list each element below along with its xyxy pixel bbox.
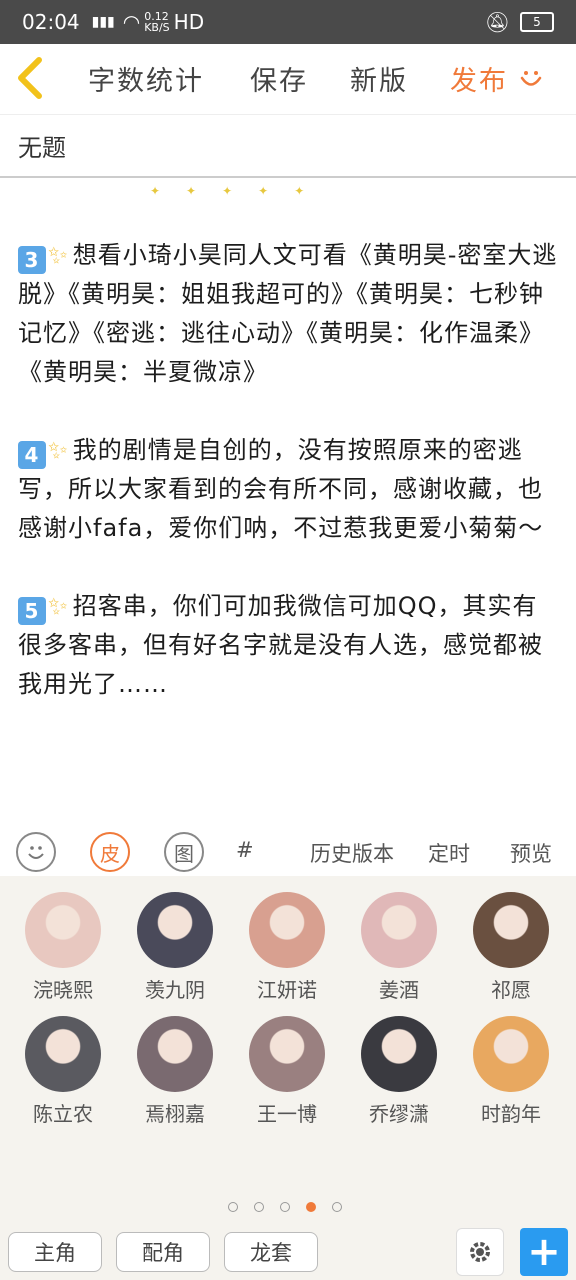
sparkle-icon: ✨︎ <box>48 241 69 269</box>
paragraph-text: 想看小琦小昊同人文可看《黄明昊-密室大逃脱》《黄明昊：姐姐我超可的》《黄明昊：七… <box>18 241 558 386</box>
hashtag-button[interactable]: # <box>236 838 254 862</box>
settings-button[interactable] <box>456 1228 504 1276</box>
character-name: 时韵年 <box>481 1102 541 1126</box>
page-dot-active[interactable] <box>306 1202 316 1212</box>
character-item[interactable]: 羡九阴 <box>120 892 230 1003</box>
avatar <box>137 892 213 968</box>
paragraph-3: 3 ✨︎ 想看小琦小昊同人文可看《黄明昊-密室大逃脱》《黄明昊：姐姐我超可的》《黄明… <box>18 236 558 392</box>
character-name: 陈立农 <box>33 1102 93 1126</box>
image-button[interactable]: 图 <box>164 832 204 872</box>
edit-bar: 皮 图 # 历史版本 定时 预览 <box>0 828 576 876</box>
skin-button[interactable]: 皮 <box>90 832 130 872</box>
avatar <box>137 1016 213 1092</box>
back-button[interactable] <box>0 44 60 112</box>
word-count-button[interactable]: 字数统计 <box>88 59 204 98</box>
publish-button[interactable]: 发布 <box>450 59 508 98</box>
character-name: 姜酒 <box>379 978 419 1002</box>
character-item[interactable]: 时韵年 <box>456 1016 566 1127</box>
save-button[interactable]: 保存 <box>250 59 308 98</box>
status-bar: 02:04 ▮▮▮ ◠ 0.12 KB/S HD 🔕︎ 5 <box>0 0 576 44</box>
avatar <box>25 1016 101 1092</box>
character-item[interactable]: 江妍诺 <box>232 892 342 1003</box>
sparkle-icon: ✨︎ <box>48 436 69 464</box>
page-dot[interactable] <box>228 1202 238 1212</box>
paragraph-text: 招客串，你们可加我微信可加QQ，其实有很多客串，但有好名字就是没有人选，感觉都被… <box>18 592 543 698</box>
schedule-button[interactable]: 定时 <box>428 838 470 868</box>
number-badge: 5 <box>18 597 46 625</box>
avatar <box>361 892 437 968</box>
paragraph-5: 5 ✨︎ 招客串，你们可加我微信可加QQ，其实有很多客串，但有好名字就是没有人选，感… <box>18 587 558 704</box>
title-input[interactable]: 无题 <box>0 114 576 178</box>
character-item[interactable]: 浣晓熙 <box>8 892 118 1003</box>
number-badge: 3 <box>18 246 46 274</box>
signal-icon: ▮▮▮ <box>91 14 115 30</box>
avatar <box>473 892 549 968</box>
wifi-icon: ◠ <box>122 10 141 34</box>
character-name: 王一博 <box>257 1102 317 1126</box>
character-item[interactable]: 王一博 <box>232 1016 342 1127</box>
avatar <box>249 1016 325 1092</box>
character-name: 祁愿 <box>491 978 531 1002</box>
character-name: 浣晓熙 <box>33 978 93 1002</box>
page-dot[interactable] <box>254 1202 264 1212</box>
character-item[interactable]: 姜酒 <box>344 892 454 1003</box>
character-name: 江妍诺 <box>257 978 317 1002</box>
article-body[interactable]: 3 ✨︎ 想看小琦小昊同人文可看《黄明昊-密室大逃脱》《黄明昊：姐姐我超可的》《黄明… <box>18 236 558 743</box>
character-name: 乔缪潇 <box>369 1102 429 1126</box>
page-dot[interactable] <box>332 1202 342 1212</box>
chevron-left-icon <box>18 57 42 99</box>
character-item[interactable]: 陈立农 <box>8 1016 118 1127</box>
tab-supporting[interactable]: 配角 <box>116 1232 210 1272</box>
editor-toolbar: 字数统计 保存 新版 发布 <box>0 44 576 112</box>
plus-icon: + <box>527 1229 561 1275</box>
avatar <box>361 1016 437 1092</box>
mute-icon: 🔕︎ <box>484 10 510 34</box>
new-version-button[interactable]: 新版 <box>350 59 408 98</box>
tab-lead[interactable]: 主角 <box>8 1232 102 1272</box>
sparkle-icon: ✨︎ <box>48 592 69 620</box>
emoji-button[interactable] <box>16 832 56 872</box>
character-item[interactable]: 焉栩嘉 <box>120 1016 230 1127</box>
battery-icon: 5 <box>520 12 554 32</box>
status-right: 🔕︎ 5 <box>485 10 554 34</box>
page-dot[interactable] <box>280 1202 290 1212</box>
smile-icon <box>520 71 542 86</box>
avatar <box>249 892 325 968</box>
number-badge: 4 <box>18 441 46 469</box>
hd-label: HD <box>173 10 205 34</box>
preview-button[interactable]: 预览 <box>510 838 552 868</box>
character-name: 羡九阴 <box>145 978 205 1002</box>
net-speed: 0.12 KB/S <box>144 10 170 34</box>
page-indicator <box>228 1202 342 1212</box>
paragraph-text: 我的剧情是自创的，没有按照原来的密逃写，所以大家看到的会有所不同，感谢收藏，也感… <box>18 436 544 542</box>
tab-cameo[interactable]: 龙套 <box>224 1232 318 1272</box>
emoji-icon <box>28 846 44 859</box>
gear-icon <box>470 1242 490 1262</box>
character-item[interactable]: 乔缪潇 <box>344 1016 454 1127</box>
avatar <box>25 892 101 968</box>
add-character-button[interactable]: + <box>520 1228 568 1276</box>
avatar <box>473 1016 549 1092</box>
character-item[interactable]: 祁愿 <box>456 892 566 1003</box>
paragraph-4: 4 ✨︎ 我的剧情是自创的，没有按照原来的密逃写，所以大家看到的会有所不同，感谢收藏… <box>18 431 558 548</box>
status-time: 02:04 <box>22 10 80 34</box>
history-button[interactable]: 历史版本 <box>310 838 394 868</box>
sparkle-decoration: ✦✦✦✦✦ <box>150 184 331 198</box>
character-name: 焉栩嘉 <box>145 1102 205 1126</box>
